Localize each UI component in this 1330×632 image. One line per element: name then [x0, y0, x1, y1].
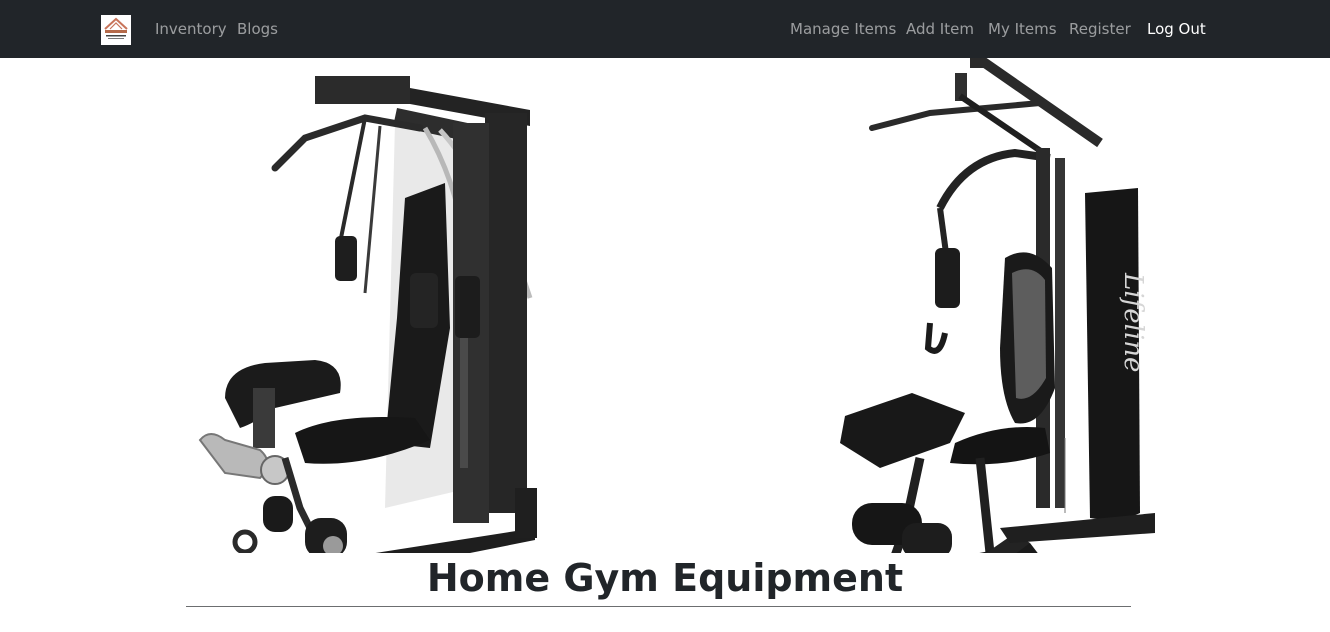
title-divider [186, 606, 1131, 607]
hero-images: Lifeline [0, 58, 1330, 553]
nav-link-log-out[interactable]: Log Out [1147, 19, 1206, 39]
nav-link-blogs[interactable]: Blogs [237, 19, 278, 39]
logo-icon [104, 17, 128, 39]
fitness-pro-logo[interactable] [101, 15, 131, 45]
gym-machine-icon [198, 76, 537, 553]
nav-link-my-items[interactable]: My Items [988, 19, 1057, 39]
nav-link-add-item[interactable]: Add Item [906, 19, 974, 39]
svg-text:Lifeline: Lifeline [1118, 272, 1148, 372]
page-title: Home Gym Equipment [426, 556, 904, 600]
top-navbar: Inventory Blogs Manage Items Add Item My… [0, 0, 1330, 58]
nav-link-manage-items[interactable]: Manage Items [790, 19, 896, 39]
home-gym-station-icon: Lifeline [840, 58, 1155, 553]
nav-link-register[interactable]: Register [1069, 19, 1131, 39]
nav-link-inventory[interactable]: Inventory [155, 19, 227, 39]
